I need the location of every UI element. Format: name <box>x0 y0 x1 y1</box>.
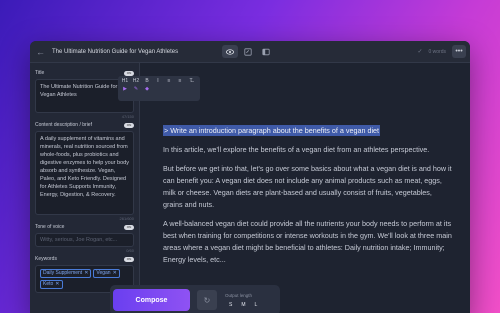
play-icon[interactable]: ▶ <box>121 86 129 92</box>
ai-actions-row: ▶ ✎ ◆ <box>121 86 197 92</box>
numbered-list-button[interactable]: ≡ <box>176 78 184 84</box>
paragraph[interactable]: But before we get into that, let's go ov… <box>163 163 452 211</box>
brief-textarea[interactable]: A daily supplement of vitamins and miner… <box>35 131 134 215</box>
heading1-button[interactable]: H1 <box>121 78 129 84</box>
document-title: The Ultimate Nutrition Guide for Vegan A… <box>52 48 179 55</box>
tone-counter: 0/60 <box>126 248 134 253</box>
keyword-tag[interactable]: Daily Supplement ✕ <box>40 269 92 278</box>
length-small-option[interactable]: S <box>229 302 232 308</box>
keyword-tag[interactable]: Keto ✕ <box>40 280 63 289</box>
title-toggle[interactable]: ON <box>124 70 134 76</box>
length-medium-option[interactable]: M <box>241 302 245 308</box>
keywords-field-header: Keywords ON <box>35 256 134 262</box>
keywords-field-label: Keywords <box>35 256 57 262</box>
title-field-label: Title <box>35 70 45 76</box>
pencil-icon[interactable]: ✎ <box>132 86 140 92</box>
remove-tag-icon[interactable]: ✕ <box>84 270 88 276</box>
brief-field-label: Content description / brief <box>35 122 92 128</box>
title-field-header: Title ON <box>35 70 134 76</box>
tone-input[interactable]: Witty, serious, Joe Rogan, etc... <box>35 233 134 247</box>
title-counter: 47/150 <box>121 114 134 119</box>
top-bar: ← The Ultimate Nutrition Guide for Vegan… <box>30 41 470 63</box>
highlighted-prompt[interactable]: > Write an introduction paragraph about … <box>163 125 381 136</box>
format-toolbar: H1 H2 B I ≡ ≡ T̶ ▶ ✎ ◆ <box>118 76 200 101</box>
edit-icon[interactable] <box>240 45 256 58</box>
remove-tag-icon[interactable]: ✕ <box>55 281 59 287</box>
paragraph[interactable]: A well-balanced vegan diet could provide… <box>163 218 452 266</box>
editor-content[interactable]: > Write an introduction paragraph about … <box>163 125 452 273</box>
compose-button[interactable]: Compose <box>113 289 190 311</box>
more-options-button[interactable]: ••• <box>452 45 466 58</box>
view-toggles <box>222 45 274 58</box>
tone-field-label: Tone of voice <box>35 224 65 230</box>
compose-bar: Compose ↻ Output length S M L <box>110 285 280 313</box>
output-length: Output length S M L <box>225 293 257 308</box>
brief-field-header: Content description / brief ON <box>35 122 134 128</box>
remove-tag-icon[interactable]: ✕ <box>113 270 117 276</box>
back-arrow-icon[interactable]: ← <box>36 47 48 57</box>
prompt-line[interactable]: > Write an introduction paragraph about … <box>163 125 452 137</box>
top-right-controls: ✓ 0 words ••• <box>417 45 466 58</box>
split-view-icon[interactable] <box>258 45 274 58</box>
eye-icon[interactable] <box>222 45 238 58</box>
format-row: H1 H2 B I ≡ ≡ T̶ <box>121 78 197 84</box>
keywords-toggle[interactable]: ON <box>124 256 134 262</box>
clear-format-button[interactable]: T̶ <box>187 78 195 84</box>
editor-window: ← The Ultimate Nutrition Guide for Vegan… <box>30 41 470 313</box>
italic-button[interactable]: I <box>154 78 162 84</box>
tone-field-header: Tone of voice ON <box>35 224 134 230</box>
paragraph[interactable]: In this article, we'll explore the benef… <box>163 144 452 156</box>
check-icon: ✓ <box>417 49 423 55</box>
length-options: S M L <box>225 302 257 308</box>
length-large-option[interactable]: L <box>255 302 258 308</box>
keyword-tag[interactable]: Vegan ✕ <box>93 269 120 278</box>
heading2-button[interactable]: H2 <box>132 78 140 84</box>
bullet-list-button[interactable]: ≡ <box>165 78 173 84</box>
sparkle-icon[interactable]: ◆ <box>143 86 151 92</box>
word-count: 0 words <box>428 48 446 55</box>
bold-button[interactable]: B <box>143 78 151 84</box>
output-length-label: Output length <box>225 292 253 298</box>
brief-toggle[interactable]: ON <box>124 122 134 128</box>
brief-counter: 261/600 <box>119 216 134 221</box>
refresh-icon[interactable]: ↻ <box>197 290 217 310</box>
tone-toggle[interactable]: ON <box>124 224 134 230</box>
